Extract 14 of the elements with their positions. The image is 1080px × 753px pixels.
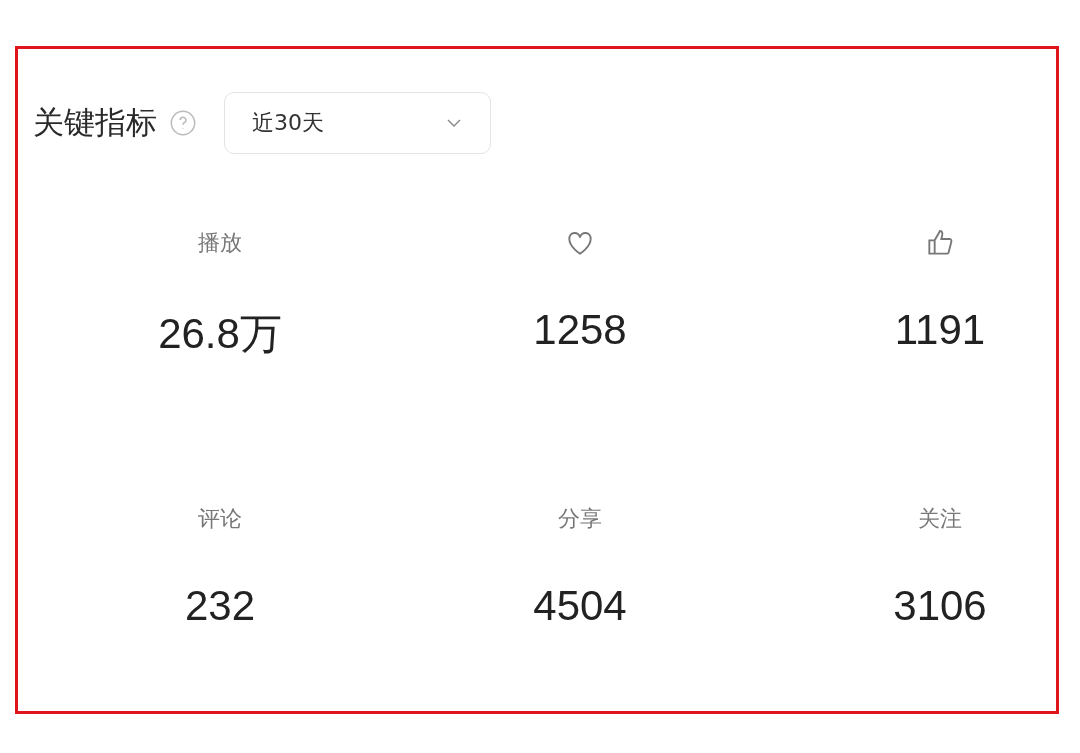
period-dropdown[interactable]: 近30天 bbox=[224, 92, 491, 154]
metric-label: 播放 bbox=[198, 229, 242, 257]
metric-label: 评论 bbox=[198, 505, 242, 533]
dropdown-value: 近30天 bbox=[252, 109, 324, 137]
help-icon[interactable] bbox=[169, 109, 197, 137]
metric-value: 1258 bbox=[533, 306, 627, 354]
metric-value: 26.8万 bbox=[158, 309, 282, 359]
metric-value: 3106 bbox=[893, 582, 987, 630]
metric-label: 关注 bbox=[918, 505, 962, 533]
metric-value: 4504 bbox=[533, 582, 627, 630]
section-title: 关键指标 bbox=[33, 103, 157, 142]
metric-value: 1191 bbox=[894, 306, 986, 354]
metric-value: 232 bbox=[184, 582, 256, 630]
metric-label: 分享 bbox=[558, 505, 602, 533]
